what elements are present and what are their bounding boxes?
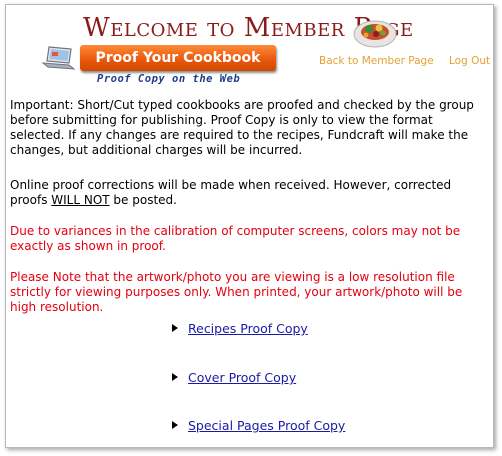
cover-proof-copy-label[interactable]: Cover Proof Copy xyxy=(188,370,296,385)
title-prefix: Welcome to xyxy=(83,13,244,43)
triangle-right-icon xyxy=(172,324,178,332)
resolution-notice: Please Note that the artwork/photo you a… xyxy=(10,270,463,314)
online-text-after: be posted. xyxy=(109,193,177,207)
log-out-link[interactable]: Log Out xyxy=(449,55,490,67)
cover-proof-copy-link[interactable]: Cover Proof Copy xyxy=(172,370,296,385)
important-notice: Important: Short/Cut typed cookbooks are… xyxy=(10,98,474,157)
laptop-icon xyxy=(41,46,76,70)
proof-copy-subtitle: Proof Copy on the Web xyxy=(97,73,241,85)
proof-your-cookbook-button[interactable]: Proof Your Cookbook xyxy=(80,45,276,71)
triangle-right-icon xyxy=(172,421,178,429)
special-pages-proof-copy-link[interactable]: Special Pages Proof Copy xyxy=(172,418,345,433)
special-pages-proof-copy-label[interactable]: Special Pages Proof Copy xyxy=(188,418,345,433)
triangle-right-icon xyxy=(172,373,178,381)
will-not-emphasis: WILL NOT xyxy=(51,193,110,207)
food-dish-icon xyxy=(353,20,397,48)
online-corrections-notice: Online proof corrections will be made wh… xyxy=(10,178,484,208)
back-to-member-page-link[interactable]: Back to Member Page xyxy=(319,55,434,67)
recipes-proof-copy-link[interactable]: Recipes Proof Copy xyxy=(172,321,308,336)
calibration-notice: Due to variances in the calibration of c… xyxy=(10,224,461,253)
recipes-proof-copy-label[interactable]: Recipes Proof Copy xyxy=(188,321,308,336)
